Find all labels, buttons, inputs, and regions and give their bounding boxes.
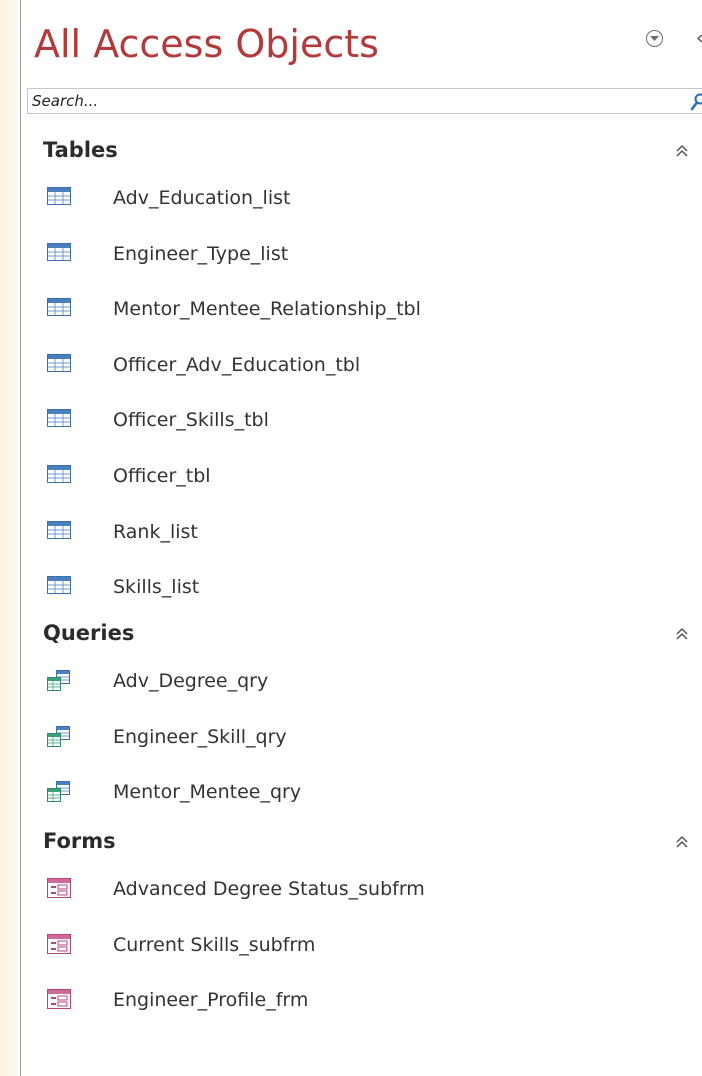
table-icon xyxy=(47,465,71,487)
group-header-forms[interactable]: Forms xyxy=(27,825,702,857)
group-header-queries[interactable]: Queries xyxy=(27,617,702,649)
collapse-group-icon[interactable] xyxy=(675,626,689,645)
group-label: Queries xyxy=(43,621,135,645)
nav-item-label: Engineer_Type_list xyxy=(113,243,289,265)
query-icon xyxy=(47,726,71,752)
nav-item-label: Officer_tbl xyxy=(113,465,211,487)
query-icon xyxy=(47,670,71,696)
nav-item-label: Engineer_Profile_frm xyxy=(113,989,309,1011)
collapse-group-icon[interactable] xyxy=(675,143,689,162)
nav-item[interactable]: Officer_Adv_Education_tbl xyxy=(27,346,702,386)
group-label: Tables xyxy=(43,138,118,162)
nav-item-label: Current Skills_subfrm xyxy=(113,934,316,956)
shutter-bar-button[interactable] xyxy=(693,30,702,47)
collapse-pane-icon xyxy=(696,34,702,43)
nav-item[interactable]: Mentor_Mentee_Relationship_tbl xyxy=(27,290,702,330)
table-icon xyxy=(47,243,71,265)
form-icon xyxy=(47,878,71,902)
nav-item-label: Adv_Degree_qry xyxy=(113,670,269,692)
group-label: Forms xyxy=(43,829,116,853)
nav-item-label: Adv_Education_list xyxy=(113,187,291,209)
group-header-tables[interactable]: Tables xyxy=(27,134,702,166)
table-icon xyxy=(47,576,71,598)
form-icon xyxy=(47,934,71,958)
nav-item[interactable]: Officer_Skills_tbl xyxy=(27,401,702,441)
nav-item-label: Officer_Adv_Education_tbl xyxy=(113,354,361,376)
search-box xyxy=(27,88,702,114)
nav-item[interactable]: Rank_list xyxy=(27,513,702,553)
navigation-pane: All Access Objects Tables Adv_Education_l… xyxy=(20,0,702,1076)
form-icon xyxy=(47,989,71,1013)
table-icon xyxy=(47,521,71,543)
nav-item-label: Mentor_Mentee_Relationship_tbl xyxy=(113,298,421,320)
table-icon xyxy=(47,409,71,431)
table-icon xyxy=(47,187,71,209)
nav-item[interactable]: Adv_Education_list xyxy=(27,179,702,219)
pane-title[interactable]: All Access Objects xyxy=(34,18,379,70)
chevron-down-icon xyxy=(650,36,659,41)
table-icon xyxy=(47,354,71,376)
nav-item-label: Rank_list xyxy=(113,521,198,543)
background-decoration xyxy=(0,0,18,1076)
table-icon xyxy=(47,298,71,320)
collapse-group-icon[interactable] xyxy=(675,834,689,853)
nav-item[interactable]: Engineer_Type_list xyxy=(27,235,702,275)
nav-item[interactable]: Advanced Degree Status_subfrm xyxy=(27,870,702,910)
nav-item[interactable]: Mentor_Mentee_qry xyxy=(27,773,702,813)
search-icon[interactable] xyxy=(690,93,702,111)
search-input[interactable] xyxy=(32,91,672,111)
nav-item[interactable]: Adv_Degree_qry xyxy=(27,662,702,702)
nav-item[interactable]: Current Skills_subfrm xyxy=(27,926,702,966)
nav-item-label: Officer_Skills_tbl xyxy=(113,409,269,431)
nav-item[interactable]: Engineer_Profile_frm xyxy=(27,981,702,1021)
nav-item[interactable]: Officer_tbl xyxy=(27,457,702,497)
pane-menu-button[interactable] xyxy=(646,30,663,47)
nav-item-label: Mentor_Mentee_qry xyxy=(113,781,302,803)
nav-item-label: Advanced Degree Status_subfrm xyxy=(113,878,425,900)
nav-item-label: Skills_list xyxy=(113,576,200,598)
nav-item[interactable]: Skills_list xyxy=(27,568,702,608)
nav-item-label: Engineer_Skill_qry xyxy=(113,726,287,748)
query-icon xyxy=(47,781,71,807)
nav-item[interactable]: Engineer_Skill_qry xyxy=(27,718,702,758)
